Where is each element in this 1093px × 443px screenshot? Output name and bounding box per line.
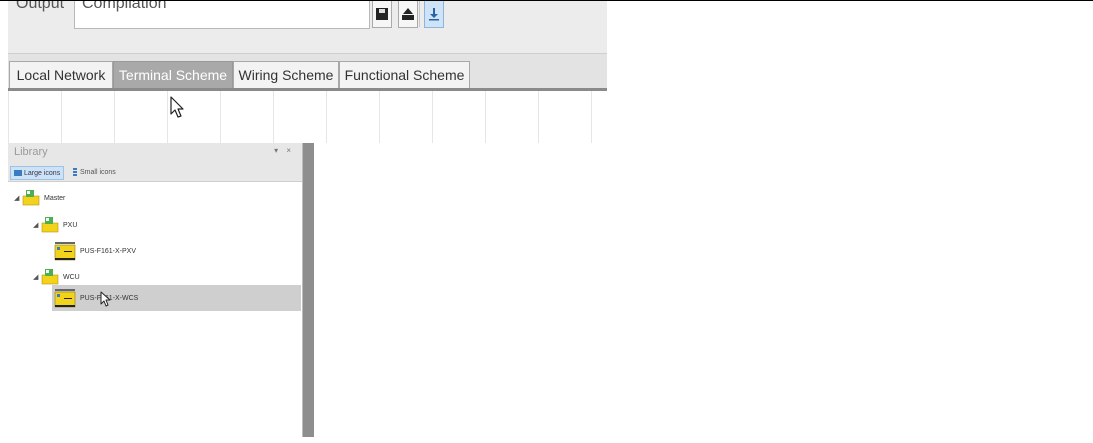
application-window: Output Compilation ▼ L	[8, 1, 607, 437]
expand-icon[interactable]: ◢	[33, 221, 41, 229]
tab-terminal-scheme[interactable]: Terminal Scheme	[113, 61, 233, 88]
download-icon	[429, 8, 439, 21]
tree-node-label: WCU	[63, 273, 80, 281]
tab-label: Functional Scheme	[344, 67, 465, 83]
folder-icon	[22, 190, 40, 206]
small-icons-icon	[73, 168, 77, 176]
large-icons-button[interactable]: Large icons	[10, 166, 65, 180]
library-toolbar: Large icons Small icons	[8, 163, 302, 182]
panel-controls[interactable]: ▾ ×	[274, 146, 294, 155]
tree-node-label: PXU	[63, 221, 78, 229]
tree-node-master[interactable]: ◢ Master	[14, 188, 65, 208]
tree-node-pus-f161-x-wcs[interactable]: PUS-F161-X-WCS	[52, 285, 301, 311]
folder-icon	[41, 217, 59, 233]
device-icon	[54, 242, 76, 261]
tree-node-pxu[interactable]: ◢ PXU	[33, 215, 77, 235]
save-button[interactable]	[372, 1, 392, 28]
tab-local-network[interactable]: Local Network	[9, 61, 113, 88]
save-icon	[376, 8, 388, 20]
large-icons-icon	[14, 170, 22, 176]
tree-node-label: Master	[44, 194, 66, 202]
tree-node-label: PUS-F161-X-PXV	[80, 247, 137, 255]
output-dropdown[interactable]: Compilation ▼	[74, 1, 432, 29]
small-icons-label: Small icons	[80, 168, 116, 176]
tab-label: Local Network	[16, 67, 106, 83]
output-label: Output	[16, 1, 65, 12]
library-title: Library	[14, 146, 48, 158]
tab-label: Terminal Scheme	[118, 67, 228, 83]
tab-label: Wiring Scheme	[238, 67, 334, 83]
folder-icon	[41, 269, 59, 285]
tab-wiring-scheme[interactable]: Wiring Scheme	[233, 61, 339, 88]
device-icon	[54, 289, 76, 308]
export-button[interactable]	[398, 1, 418, 28]
large-icons-label: Large icons	[24, 169, 61, 177]
export-icon	[402, 8, 414, 20]
download-button[interactable]	[424, 1, 444, 28]
library-header: Library ▾ ×	[8, 143, 302, 163]
scheme-tabstrip: Local Network Terminal Scheme Wiring Sch…	[8, 54, 607, 91]
scheme-canvas[interactable]	[8, 91, 607, 143]
tree-node-pus-f161-x-pxv[interactable]: PUS-F161-X-PXV	[54, 239, 302, 263]
tree-node-wcu[interactable]: ◢ WCU	[33, 267, 80, 287]
output-toolbar: Output Compilation ▼	[8, 1, 607, 54]
panel-splitter[interactable]	[303, 143, 314, 437]
tab-functional-scheme[interactable]: Functional Scheme	[339, 61, 470, 88]
mouse-pointer-icon	[170, 96, 184, 118]
library-panel: Library ▾ × Large icons Small icons ◢ Ma…	[8, 143, 303, 437]
expand-icon[interactable]: ◢	[33, 273, 41, 281]
small-icons-button[interactable]: Small icons	[72, 166, 116, 178]
expand-icon[interactable]: ◢	[14, 194, 22, 202]
mouse-pointer-icon	[100, 291, 111, 307]
output-value: Compilation	[82, 1, 167, 12]
